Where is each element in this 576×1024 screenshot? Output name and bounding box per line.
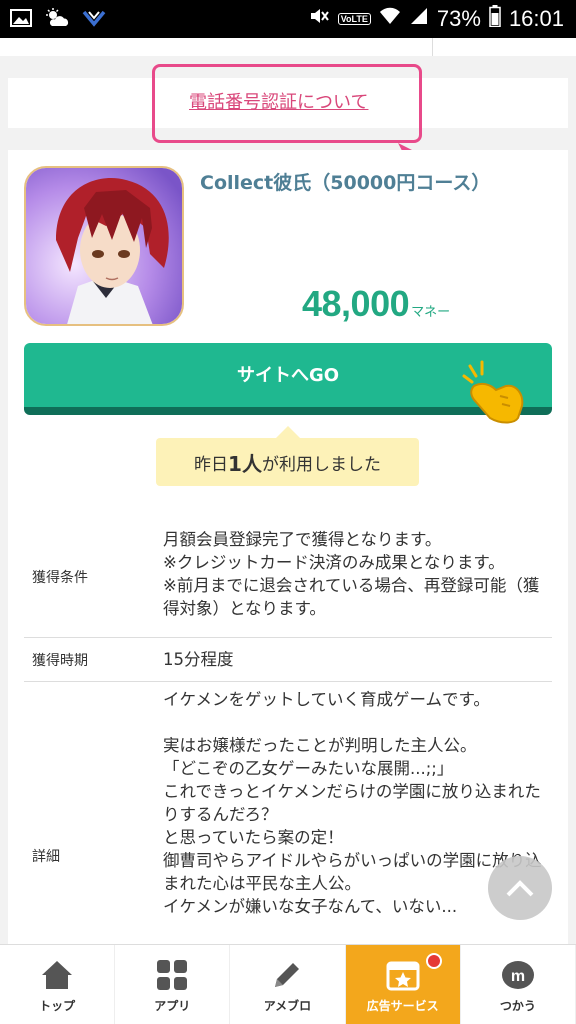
usage-count-bubble: 昨日 1人 が利用しました — [156, 426, 419, 486]
money-m-icon: m — [501, 961, 534, 989]
reward-amount: 48,000 マネー — [302, 283, 450, 325]
nav-label: アメブロ — [263, 999, 312, 1013]
weather-icon — [44, 7, 70, 33]
usage-count: 1人 — [228, 451, 262, 476]
nav-top[interactable]: トップ — [0, 945, 116, 1024]
wifi-icon — [379, 6, 401, 32]
nav-label: つかう — [499, 999, 536, 1013]
reward-value: 48,000 — [302, 283, 410, 324]
nav-ad-service[interactable]: 広告サービス — [345, 945, 461, 1024]
status-bar: VoLTE 73% 16:01 — [0, 0, 576, 38]
detail-value: イケメンをゲットしていく育成ゲームです。 実はお嬢様だったことが判明した主人公。… — [163, 690, 542, 916]
battery-icon — [489, 5, 501, 33]
battery-percent: 73% — [436, 6, 481, 31]
svg-text:m: m — [511, 968, 525, 985]
detail-label: 詳細 — [32, 849, 60, 865]
clock: 16:01 — [508, 6, 564, 31]
notification-dot — [425, 953, 442, 969]
mute-icon — [308, 5, 330, 33]
image-icon — [10, 8, 32, 32]
detail-row-timing: 獲得時期 15分程度 — [24, 638, 552, 682]
previous-content-strip — [0, 38, 576, 56]
scroll-to-top-button[interactable] — [488, 856, 552, 920]
bottom-navigation: トップ アプリ アメブロ 広告サービス m つかう — [0, 944, 576, 1024]
detail-label: 獲得条件 — [32, 570, 88, 586]
detail-label: 獲得時期 — [32, 653, 88, 669]
nav-use[interactable]: m つかう — [461, 945, 576, 1024]
offer-title[interactable]: Collect彼氏（50000円コース） — [200, 168, 490, 195]
usage-suffix: が利用しました — [261, 454, 381, 475]
nav-label: 広告サービス — [366, 999, 439, 1013]
detail-row-description: 詳細 イケメンをゲットしていく育成ゲームです。 実はお嬢様だったことが判明した主… — [24, 682, 552, 944]
app-thumbnail[interactable] — [24, 166, 184, 326]
detail-value: 15分程度 — [163, 650, 234, 669]
home-icon — [42, 961, 73, 989]
detail-value: 月額会員登録完了で獲得となります。 ※クレジットカード決済のみ成果となります。 … — [163, 530, 540, 618]
ad-service-star-icon — [386, 961, 420, 991]
reward-unit: マネー — [411, 305, 451, 320]
nav-label: トップ — [39, 999, 76, 1013]
apps-grid-icon — [157, 960, 188, 990]
nav-apps[interactable]: アプリ — [115, 945, 231, 1024]
volte-badge: VoLTE — [337, 13, 371, 25]
chevron-up-icon — [506, 880, 534, 897]
nav-label: アプリ — [154, 999, 191, 1013]
signal-icon — [409, 6, 429, 32]
detail-row-condition: 獲得条件 月額会員登録完了で獲得となります。 ※クレジットカード決済のみ成果とな… — [24, 512, 552, 638]
pencil-icon — [275, 963, 300, 987]
app-icon — [82, 8, 106, 32]
nav-ameblo[interactable]: アメブロ — [230, 945, 346, 1024]
highlight-annotation-box — [152, 64, 422, 143]
usage-prefix: 昨日 — [194, 454, 229, 475]
pointing-hand-icon — [460, 356, 530, 430]
